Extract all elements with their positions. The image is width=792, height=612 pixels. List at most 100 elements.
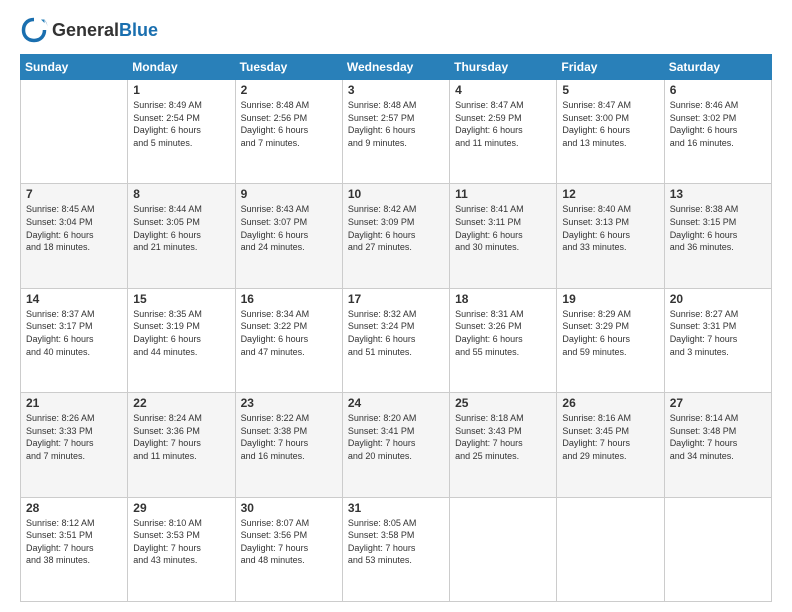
day-cell: 12Sunrise: 8:40 AM Sunset: 3:13 PM Dayli… (557, 184, 664, 288)
day-number: 18 (455, 292, 551, 306)
day-number: 31 (348, 501, 444, 515)
day-cell: 30 Sunrise: 8:07 AM Sunset: 3:56 PM Dayli… (235, 497, 342, 601)
day-number: 5 (562, 83, 658, 97)
calendar-table: SundayMondayTuesdayWednesdayThursdayFrid… (20, 54, 772, 602)
day-info: Sunrise: 8:38 AM Sunset: 3:15 PM Dayligh… (670, 203, 766, 253)
day-cell: 2 Sunrise: 8:48 AM Sunset: 2:56 PM Daylig… (235, 80, 342, 184)
logo-blue: Blue (119, 20, 158, 41)
col-header-sunday: Sunday (21, 55, 128, 80)
day-number: 2 (241, 83, 337, 97)
day-number: 26 (562, 396, 658, 410)
day-info: Sunrise: 8:32 AM Sunset: 3:24 PM Dayligh… (348, 308, 444, 358)
header-row: SundayMondayTuesdayWednesdayThursdayFrid… (21, 55, 772, 80)
day-cell (21, 80, 128, 184)
day-cell: 16 Sunrise: 8:34 AM Sunset: 3:22 PM Dayli… (235, 288, 342, 392)
day-cell: 15 Sunrise: 8:35 AM Sunset: 3:19 PM Dayli… (128, 288, 235, 392)
day-cell: 9 Sunrise: 8:43 AM Sunset: 3:07 PM Daylig… (235, 184, 342, 288)
week-row-0: 1 Sunrise: 8:49 AM Sunset: 2:54 PM Daylig… (21, 80, 772, 184)
day-number: 1 (133, 83, 229, 97)
day-cell: 11Sunrise: 8:41 AM Sunset: 3:11 PM Dayli… (450, 184, 557, 288)
day-number: 28 (26, 501, 122, 515)
day-info: Sunrise: 8:49 AM Sunset: 2:54 PM Dayligh… (133, 99, 229, 149)
day-info: Sunrise: 8:45 AM Sunset: 3:04 PM Dayligh… (26, 203, 122, 253)
day-cell: 14Sunrise: 8:37 AM Sunset: 3:17 PM Dayli… (21, 288, 128, 392)
day-info: Sunrise: 8:05 AM Sunset: 3:58 PM Dayligh… (348, 517, 444, 567)
col-header-thursday: Thursday (450, 55, 557, 80)
day-info: Sunrise: 8:14 AM Sunset: 3:48 PM Dayligh… (670, 412, 766, 462)
col-header-wednesday: Wednesday (342, 55, 449, 80)
day-info: Sunrise: 8:26 AM Sunset: 3:33 PM Dayligh… (26, 412, 122, 462)
day-number: 30 (241, 501, 337, 515)
day-cell: 23Sunrise: 8:22 AM Sunset: 3:38 PM Dayli… (235, 393, 342, 497)
day-number: 16 (241, 292, 337, 306)
day-cell: 19 Sunrise: 8:29 AM Sunset: 3:29 PM Dayli… (557, 288, 664, 392)
day-number: 23 (241, 396, 337, 410)
day-cell (664, 497, 771, 601)
day-info: Sunrise: 8:48 AM Sunset: 2:56 PM Dayligh… (241, 99, 337, 149)
day-info: Sunrise: 8:47 AM Sunset: 3:00 PM Dayligh… (562, 99, 658, 149)
day-number: 19 (562, 292, 658, 306)
day-number: 3 (348, 83, 444, 97)
day-cell (557, 497, 664, 601)
day-cell: 31 Sunrise: 8:05 AM Sunset: 3:58 PM Dayli… (342, 497, 449, 601)
day-number: 17 (348, 292, 444, 306)
col-header-monday: Monday (128, 55, 235, 80)
day-cell: 3 Sunrise: 8:48 AM Sunset: 2:57 PM Daylig… (342, 80, 449, 184)
day-info: Sunrise: 8:48 AM Sunset: 2:57 PM Dayligh… (348, 99, 444, 149)
day-info: Sunrise: 8:35 AM Sunset: 3:19 PM Dayligh… (133, 308, 229, 358)
day-info: Sunrise: 8:29 AM Sunset: 3:29 PM Dayligh… (562, 308, 658, 358)
page: General Blue SundayMondayTuesdayWednesda… (0, 0, 792, 612)
day-cell: 22Sunrise: 8:24 AM Sunset: 3:36 PM Dayli… (128, 393, 235, 497)
day-cell: 5 Sunrise: 8:47 AM Sunset: 3:00 PM Daylig… (557, 80, 664, 184)
week-row-4: 28 Sunrise: 8:12 AM Sunset: 3:51 PM Dayli… (21, 497, 772, 601)
day-info: Sunrise: 8:34 AM Sunset: 3:22 PM Dayligh… (241, 308, 337, 358)
day-number: 10 (348, 187, 444, 201)
logo-general: General (52, 20, 119, 41)
day-info: Sunrise: 8:46 AM Sunset: 3:02 PM Dayligh… (670, 99, 766, 149)
day-cell: 26Sunrise: 8:16 AM Sunset: 3:45 PM Dayli… (557, 393, 664, 497)
day-cell: 28 Sunrise: 8:12 AM Sunset: 3:51 PM Dayli… (21, 497, 128, 601)
day-info: Sunrise: 8:12 AM Sunset: 3:51 PM Dayligh… (26, 517, 122, 567)
day-cell: 21Sunrise: 8:26 AM Sunset: 3:33 PM Dayli… (21, 393, 128, 497)
day-info: Sunrise: 8:18 AM Sunset: 3:43 PM Dayligh… (455, 412, 551, 462)
day-cell: 10Sunrise: 8:42 AM Sunset: 3:09 PM Dayli… (342, 184, 449, 288)
day-cell: 17 Sunrise: 8:32 AM Sunset: 3:24 PM Dayli… (342, 288, 449, 392)
col-header-friday: Friday (557, 55, 664, 80)
day-info: Sunrise: 8:24 AM Sunset: 3:36 PM Dayligh… (133, 412, 229, 462)
logo-text: General Blue (52, 20, 158, 41)
day-number: 4 (455, 83, 551, 97)
col-header-tuesday: Tuesday (235, 55, 342, 80)
day-number: 29 (133, 501, 229, 515)
logo: General Blue (20, 16, 158, 44)
day-info: Sunrise: 8:43 AM Sunset: 3:07 PM Dayligh… (241, 203, 337, 253)
day-cell: 7 Sunrise: 8:45 AM Sunset: 3:04 PM Daylig… (21, 184, 128, 288)
day-number: 12 (562, 187, 658, 201)
day-cell: 29Sunrise: 8:10 AM Sunset: 3:53 PM Dayli… (128, 497, 235, 601)
logo-icon (20, 16, 48, 44)
day-number: 8 (133, 187, 229, 201)
day-number: 25 (455, 396, 551, 410)
day-cell: 13Sunrise: 8:38 AM Sunset: 3:15 PM Dayli… (664, 184, 771, 288)
day-number: 6 (670, 83, 766, 97)
day-number: 20 (670, 292, 766, 306)
day-info: Sunrise: 8:07 AM Sunset: 3:56 PM Dayligh… (241, 517, 337, 567)
week-row-2: 14Sunrise: 8:37 AM Sunset: 3:17 PM Dayli… (21, 288, 772, 392)
day-cell (450, 497, 557, 601)
header: General Blue (20, 16, 772, 44)
day-info: Sunrise: 8:44 AM Sunset: 3:05 PM Dayligh… (133, 203, 229, 253)
day-cell: 20 Sunrise: 8:27 AM Sunset: 3:31 PM Dayli… (664, 288, 771, 392)
day-number: 14 (26, 292, 122, 306)
col-header-saturday: Saturday (664, 55, 771, 80)
day-cell: 6 Sunrise: 8:46 AM Sunset: 3:02 PM Daylig… (664, 80, 771, 184)
day-info: Sunrise: 8:27 AM Sunset: 3:31 PM Dayligh… (670, 308, 766, 358)
day-cell: 27 Sunrise: 8:14 AM Sunset: 3:48 PM Dayli… (664, 393, 771, 497)
day-number: 15 (133, 292, 229, 306)
day-number: 9 (241, 187, 337, 201)
day-cell: 1 Sunrise: 8:49 AM Sunset: 2:54 PM Daylig… (128, 80, 235, 184)
day-info: Sunrise: 8:47 AM Sunset: 2:59 PM Dayligh… (455, 99, 551, 149)
week-row-1: 7 Sunrise: 8:45 AM Sunset: 3:04 PM Daylig… (21, 184, 772, 288)
day-number: 27 (670, 396, 766, 410)
day-info: Sunrise: 8:31 AM Sunset: 3:26 PM Dayligh… (455, 308, 551, 358)
day-number: 7 (26, 187, 122, 201)
day-number: 11 (455, 187, 551, 201)
